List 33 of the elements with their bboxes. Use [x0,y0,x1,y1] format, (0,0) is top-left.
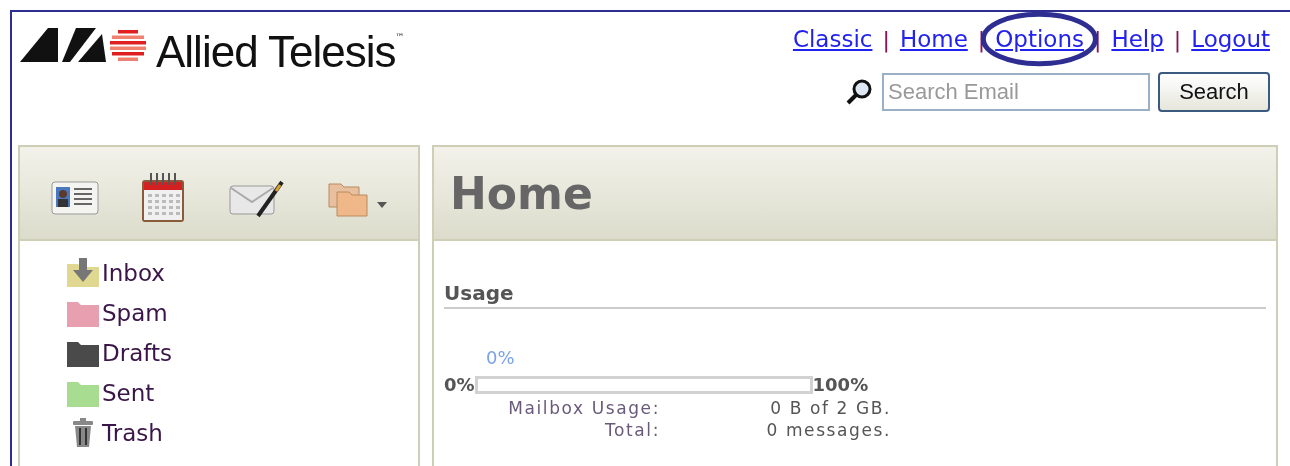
search-icon [846,78,874,106]
nav-link[interactable]: Home [899,26,968,52]
page-title: Home [450,167,593,219]
toolbar-button[interactable] [140,172,187,224]
stat-label: Mailbox Usage: [507,397,660,419]
nav-link[interactable]: Help [1111,26,1164,52]
usage-reading: 0% [486,347,516,368]
stat-value: 0 messages. [765,419,891,441]
stat-value: 0 B of 2 GB. [769,397,891,419]
toolbar-button[interactable] [50,180,99,216]
folder-item[interactable]: Sent [102,380,155,406]
folder-item[interactable]: Inbox [102,260,165,286]
section-heading: Usage [444,281,1266,309]
logo-text: Allied Telesis [156,30,396,74]
search-button[interactable]: Search [1158,72,1270,112]
bar-min-label: 0% [444,374,475,395]
nav-link[interactable]: Options [995,26,1084,52]
calendar-icon [140,172,187,224]
contact-card-icon [50,180,99,216]
link-separator: | [1173,26,1182,52]
folder-item[interactable]: Spam [102,300,168,326]
nav-link[interactable]: Logout [1191,26,1270,52]
nav-link[interactable]: Classic [792,26,873,52]
toolbar-button[interactable] [227,178,286,218]
link-separator: | [1093,26,1102,52]
trademark-sign: ™ [395,32,405,42]
envelope-pen-icon [227,178,286,218]
folder-item[interactable]: Trash [102,420,163,446]
stat-label: Total: [603,419,660,441]
bar-max-label: 100% [812,374,869,395]
link-separator: | [882,26,890,52]
search-field[interactable]: Search Email [882,73,1150,111]
folder-item[interactable]: Drafts [102,340,172,366]
